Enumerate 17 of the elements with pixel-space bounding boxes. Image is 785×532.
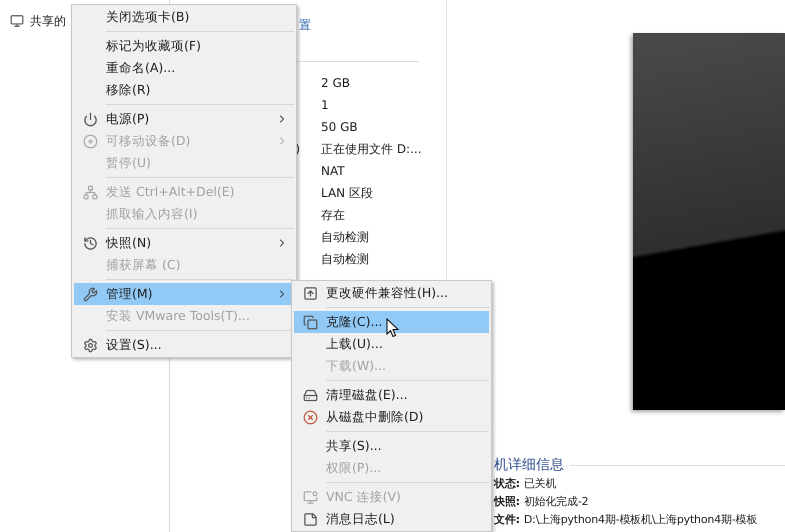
device-value: NAT: [321, 164, 346, 178]
detail-label: 文件:: [494, 512, 520, 526]
device-value: 2 GB: [321, 76, 351, 90]
detail-value: 初始化完成-2: [524, 494, 588, 508]
device-value: 自动检测: [321, 228, 370, 246]
device-value: 存在: [321, 206, 346, 224]
detail-label: 快照:: [494, 494, 520, 508]
detail-label: 状态:: [494, 476, 520, 490]
device-value: 50 GB: [321, 120, 359, 134]
device-value: LAN 区段: [321, 184, 374, 202]
device-value: 1: [321, 98, 330, 112]
device-value: 正在使用文件 D:...: [321, 140, 423, 158]
tree-item-label: 共享的: [30, 12, 66, 30]
device-value: 自动检测: [321, 250, 370, 268]
detail-value: 已关机: [524, 476, 556, 490]
section-title: 机详细信息: [494, 456, 564, 474]
detail-value: D:\上海python4期-模板机\上海python4期-模板: [524, 512, 758, 526]
